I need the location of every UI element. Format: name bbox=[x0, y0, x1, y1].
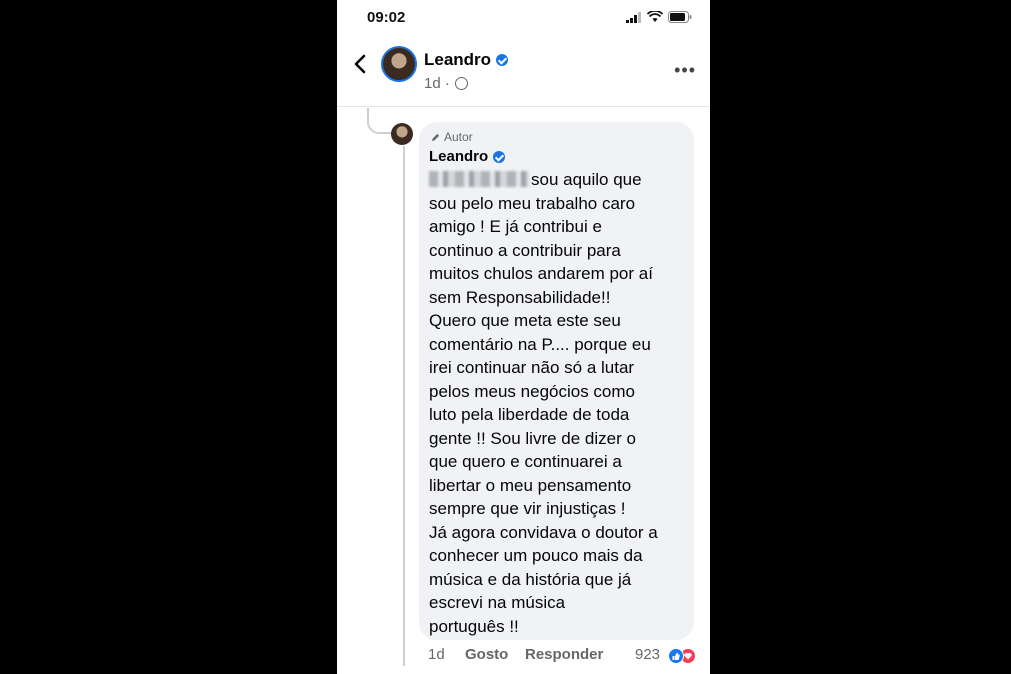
comment-line: português !! bbox=[429, 616, 519, 636]
comment-line: luto pela liberdade de toda bbox=[429, 405, 630, 424]
globe-icon bbox=[454, 77, 468, 90]
more-options-icon[interactable]: ••• bbox=[674, 60, 696, 81]
reactions-icons[interactable] bbox=[666, 648, 700, 664]
comment-line: comentário na P.... porque eu bbox=[429, 334, 651, 354]
comment-line: gente !! Sou livre de dizer o bbox=[429, 428, 636, 448]
like-button[interactable]: Gosto bbox=[465, 646, 508, 663]
post-meta: 1d · bbox=[424, 75, 468, 92]
status-time: 09:02 bbox=[367, 9, 406, 26]
comment-line: música e da história que já bbox=[429, 569, 632, 589]
profile-name-text[interactable]: Leandro bbox=[424, 50, 491, 70]
phone-screen: 09:02 Leandro 1d · ••• Autor Leandro sou… bbox=[337, 0, 710, 674]
comment-line: escrevi na música bbox=[429, 593, 566, 612]
comment-line: conhecer um pouco mais da bbox=[429, 546, 643, 565]
status-bar: 09:02 bbox=[337, 0, 710, 34]
author-badge: Autor bbox=[431, 130, 473, 144]
comment-author[interactable]: Leandro bbox=[429, 148, 506, 165]
profile-avatar[interactable] bbox=[381, 46, 417, 82]
comment-line: continuo a contribuir para bbox=[429, 240, 621, 260]
comment-text: sou aquilo que sou pelo meu trabalho car… bbox=[429, 168, 689, 638]
comment-line: irei continuar não só a lutar bbox=[429, 358, 635, 377]
post-header: Leandro 1d · ••• bbox=[337, 40, 710, 104]
comment-line: sempre que vir injustiças ! bbox=[429, 499, 626, 518]
wifi-icon bbox=[647, 11, 663, 22]
comment-line: sou aquilo que bbox=[429, 168, 689, 192]
comment-line: pelos meus negócios como bbox=[429, 381, 636, 401]
author-badge-text: Autor bbox=[444, 130, 473, 144]
battery-icon bbox=[668, 11, 692, 23]
reply-button[interactable]: Responder bbox=[525, 646, 603, 663]
comment-line: que quero e continuarei a bbox=[429, 452, 622, 471]
profile-name[interactable]: Leandro bbox=[424, 50, 509, 70]
comment-age: 1d bbox=[428, 646, 445, 663]
comment-bubble: Autor Leandro sou aquilo que sou pelo me… bbox=[419, 122, 694, 640]
reactions-count[interactable]: 923 bbox=[635, 646, 660, 663]
header-divider bbox=[337, 106, 710, 107]
back-icon[interactable] bbox=[351, 52, 371, 76]
pencil-icon bbox=[431, 133, 440, 141]
comment-author-name[interactable]: Leandro bbox=[429, 148, 488, 165]
signal-icon bbox=[626, 11, 641, 23]
redacted-mention bbox=[429, 171, 529, 187]
comment-line: sou pelo meu trabalho caro bbox=[429, 193, 636, 213]
thread-line bbox=[403, 146, 405, 666]
status-icons bbox=[626, 9, 692, 25]
comment-line: sem Responsabilidade!! bbox=[429, 287, 611, 307]
commenter-avatar[interactable] bbox=[391, 123, 413, 145]
comment-line: Quero que meta este seu bbox=[429, 311, 621, 330]
comment-line: muitos chulos andarem por aí bbox=[429, 264, 653, 283]
comment-line: Já agora convidava o doutor a bbox=[429, 522, 658, 542]
comment-line: libertar o meu pensamento bbox=[429, 475, 632, 495]
verified-badge-icon bbox=[496, 54, 509, 66]
verified-badge-icon bbox=[493, 150, 506, 163]
post-age: 1d · bbox=[424, 75, 450, 92]
comment-footer: 1d Gosto Responder 923 bbox=[427, 646, 710, 666]
comment-line: amigo ! E já contribui e bbox=[429, 217, 602, 236]
